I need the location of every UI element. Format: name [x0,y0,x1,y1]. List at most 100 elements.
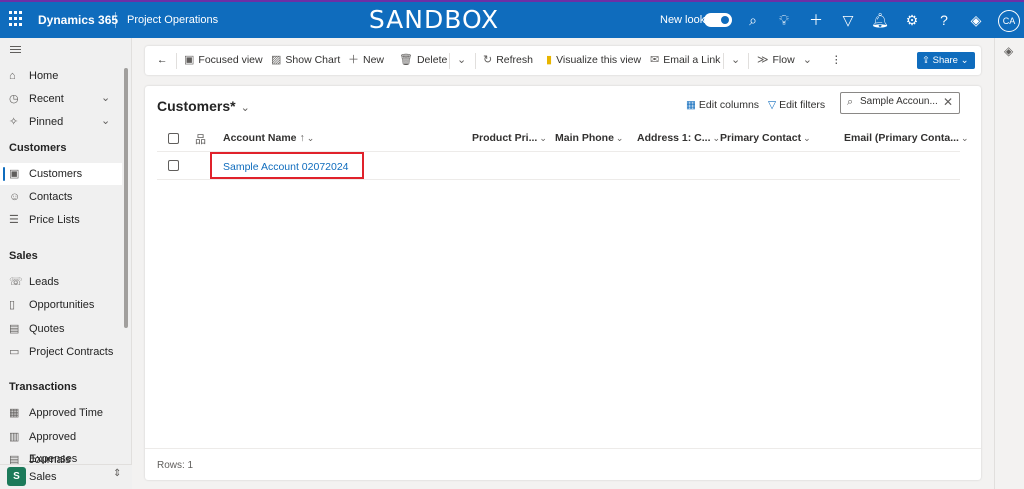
nav-item-home[interactable]: ⌂ Home [0,65,122,87]
chevron-down-icon[interactable]: ⌄ [101,87,110,109]
column-label: Address 1: C... [637,132,711,144]
column-address-city[interactable]: Address 1: C... ⌄ [637,132,720,144]
divider [723,53,724,69]
grid-search-box[interactable]: ⌕ ✕ [840,92,960,114]
nav-item-label: Pinned [29,116,64,128]
table-row[interactable]: Sample Account 02072024 [157,152,960,180]
divider [449,53,450,69]
nav-item-label: Approved Time [29,407,103,419]
email-link-button[interactable]: ✉ Email a Link [650,46,720,75]
column-primary-contact[interactable]: Primary Contact ⌄ [720,132,811,144]
chevron-down-icon: ⌄ [457,54,467,66]
hierarchy-icon[interactable]: 品 [195,131,206,147]
nav-item-label: Price Lists [29,214,80,226]
show-chart-button[interactable]: ▨ Show Chart [271,46,340,75]
share-button[interactable]: ⇪ Share ⌄ [917,52,975,69]
quote-icon: ▤ [9,323,20,335]
more-email-options[interactable]: ⌄ [731,46,744,75]
home-icon: ⌂ [9,70,16,82]
nav-item-label: Contacts [29,191,73,203]
chart-icon: ▨ [271,54,282,66]
area-switcher[interactable]: S Sales ⇕ [0,464,132,489]
columns-icon: ▦ [686,99,696,111]
chevron-down-icon: ⌄ [960,55,969,66]
account-name-link[interactable]: Sample Account 02072024 [223,161,349,173]
chevron-updown-icon: ⇕ [113,468,122,479]
more-delete-options[interactable]: ⌄ [457,46,470,75]
nav-item-label: Project Contracts [29,346,114,358]
column-account-name[interactable]: Account Name ↑ ⌄ [223,132,314,144]
refresh-label: Refresh [496,54,533,66]
nav-item-leads[interactable]: ☏ Leads [0,271,122,293]
grid-panel: Customers* ⌄ ▦ Edit columns ▽ Edit filters… [145,86,981,480]
lightbulb-icon[interactable]: 💡︎ [775,11,793,29]
view-selector[interactable]: Customers* ⌄ [157,98,250,114]
column-main-phone[interactable]: Main Phone ⌄ [555,132,623,144]
avatar[interactable]: CA [998,10,1020,32]
copilot-icon[interactable]: ◈ [967,11,985,29]
hamburger-icon[interactable] [10,46,21,55]
plus-icon[interactable]: ＋ [807,11,825,29]
nav-item-approved-time[interactable]: ▦ Approved Time [0,402,122,424]
nav-section-transactions: Transactions [9,381,77,393]
edit-columns-label: Edit columns [698,99,760,111]
filter-icon: ▽ [768,99,777,111]
flow-icon: ≫ [757,54,769,66]
nav-item-contacts[interactable]: ☺ Contacts [0,186,122,208]
nav-item-quotes[interactable]: ▤ Quotes [0,318,122,340]
refresh-icon: ↻ [483,54,493,66]
nav-item-label: Leads [29,276,59,288]
row-count: Rows: 1 [157,460,194,471]
help-icon[interactable]: ? [935,11,953,29]
contract-icon: ▭ [9,346,20,358]
gear-icon[interactable]: ⚙ [903,11,921,29]
filter-icon[interactable]: ▽ [839,11,857,29]
copilot-icon[interactable]: ◈ [1004,44,1013,58]
nav-item-label: Quotes [29,323,65,335]
focused-view-icon: ▣ [184,54,195,66]
command-bar: ← ▣ Focused view ▨ Show Chart ＋ New 🗑︎ Delet… [145,46,981,75]
flow-button[interactable]: ≫ Flow ⌄ [757,46,816,75]
back-button[interactable]: ← [157,46,168,75]
nav-item-customers[interactable]: ▣ Customers [0,163,122,185]
divider [475,53,476,69]
edit-columns-button[interactable]: ▦ Edit columns [686,99,759,111]
select-all-checkbox[interactable] [168,133,179,144]
grid-header: 品 Account Name ↑ ⌄ Product Pri... ⌄ Main P… [157,126,969,152]
search-icon: ⌕ [847,96,854,108]
email-link-icon: ✉ [650,54,660,66]
nav-item-price-lists[interactable]: ☰ Price Lists [0,209,122,231]
grid-search-input[interactable] [860,96,940,107]
new-look-toggle[interactable] [704,13,732,27]
area-label: Sales [29,471,57,483]
show-chart-label: Show Chart [285,54,341,66]
column-email-primary-contact[interactable]: Email (Primary Conta... ⌄ [844,132,969,144]
delete-button[interactable]: 🗑︎ Delete [399,46,447,75]
share-label: Share [932,55,958,66]
edit-filters-button[interactable]: ▽ Edit filters [768,99,825,111]
nav-item-opportunities[interactable]: ▯ Opportunities [0,294,122,316]
nav-item-pinned[interactable]: ✧ Pinned ⌄ [0,111,122,133]
chevron-down-icon[interactable]: ⌄ [101,110,110,132]
column-product-price-list[interactable]: Product Pri... ⌄ [472,132,547,144]
nav-scrollbar[interactable] [124,68,128,328]
nav-item-project-contracts[interactable]: ▭ Project Contracts [0,341,122,363]
focused-view-button[interactable]: ▣ Focused view [184,46,263,75]
sort-ascending-icon: ↑ [299,132,305,144]
visualize-button[interactable]: ▮ Visualize this view [546,46,641,75]
more-commands-icon[interactable]: ⋮ [831,46,842,75]
nav-item-approved-expenses[interactable]: ▥ Approved Expenses [0,426,122,465]
phone-icon: ☏ [9,276,23,288]
row-checkbox[interactable] [168,160,179,171]
nav-item-recent[interactable]: ◷ Recent ⌄ [0,88,122,110]
contact-icon: ☺ [9,191,21,203]
column-label: Email (Primary Conta... [844,132,959,144]
receipt-icon: ▥ [9,431,20,443]
nav-item-label: Customers [29,168,83,180]
clear-icon[interactable]: ✕ [943,95,953,109]
sitemap-nav: ⌂ Home ◷ Recent ⌄ ✧ Pinned ⌄ Customers ▣… [0,38,132,489]
bell-icon[interactable]: 🔔︎ [871,11,889,29]
refresh-button[interactable]: ↻ Refresh [483,46,533,75]
search-icon[interactable]: ⌕ [744,11,762,29]
new-button[interactable]: ＋ New [348,46,384,75]
